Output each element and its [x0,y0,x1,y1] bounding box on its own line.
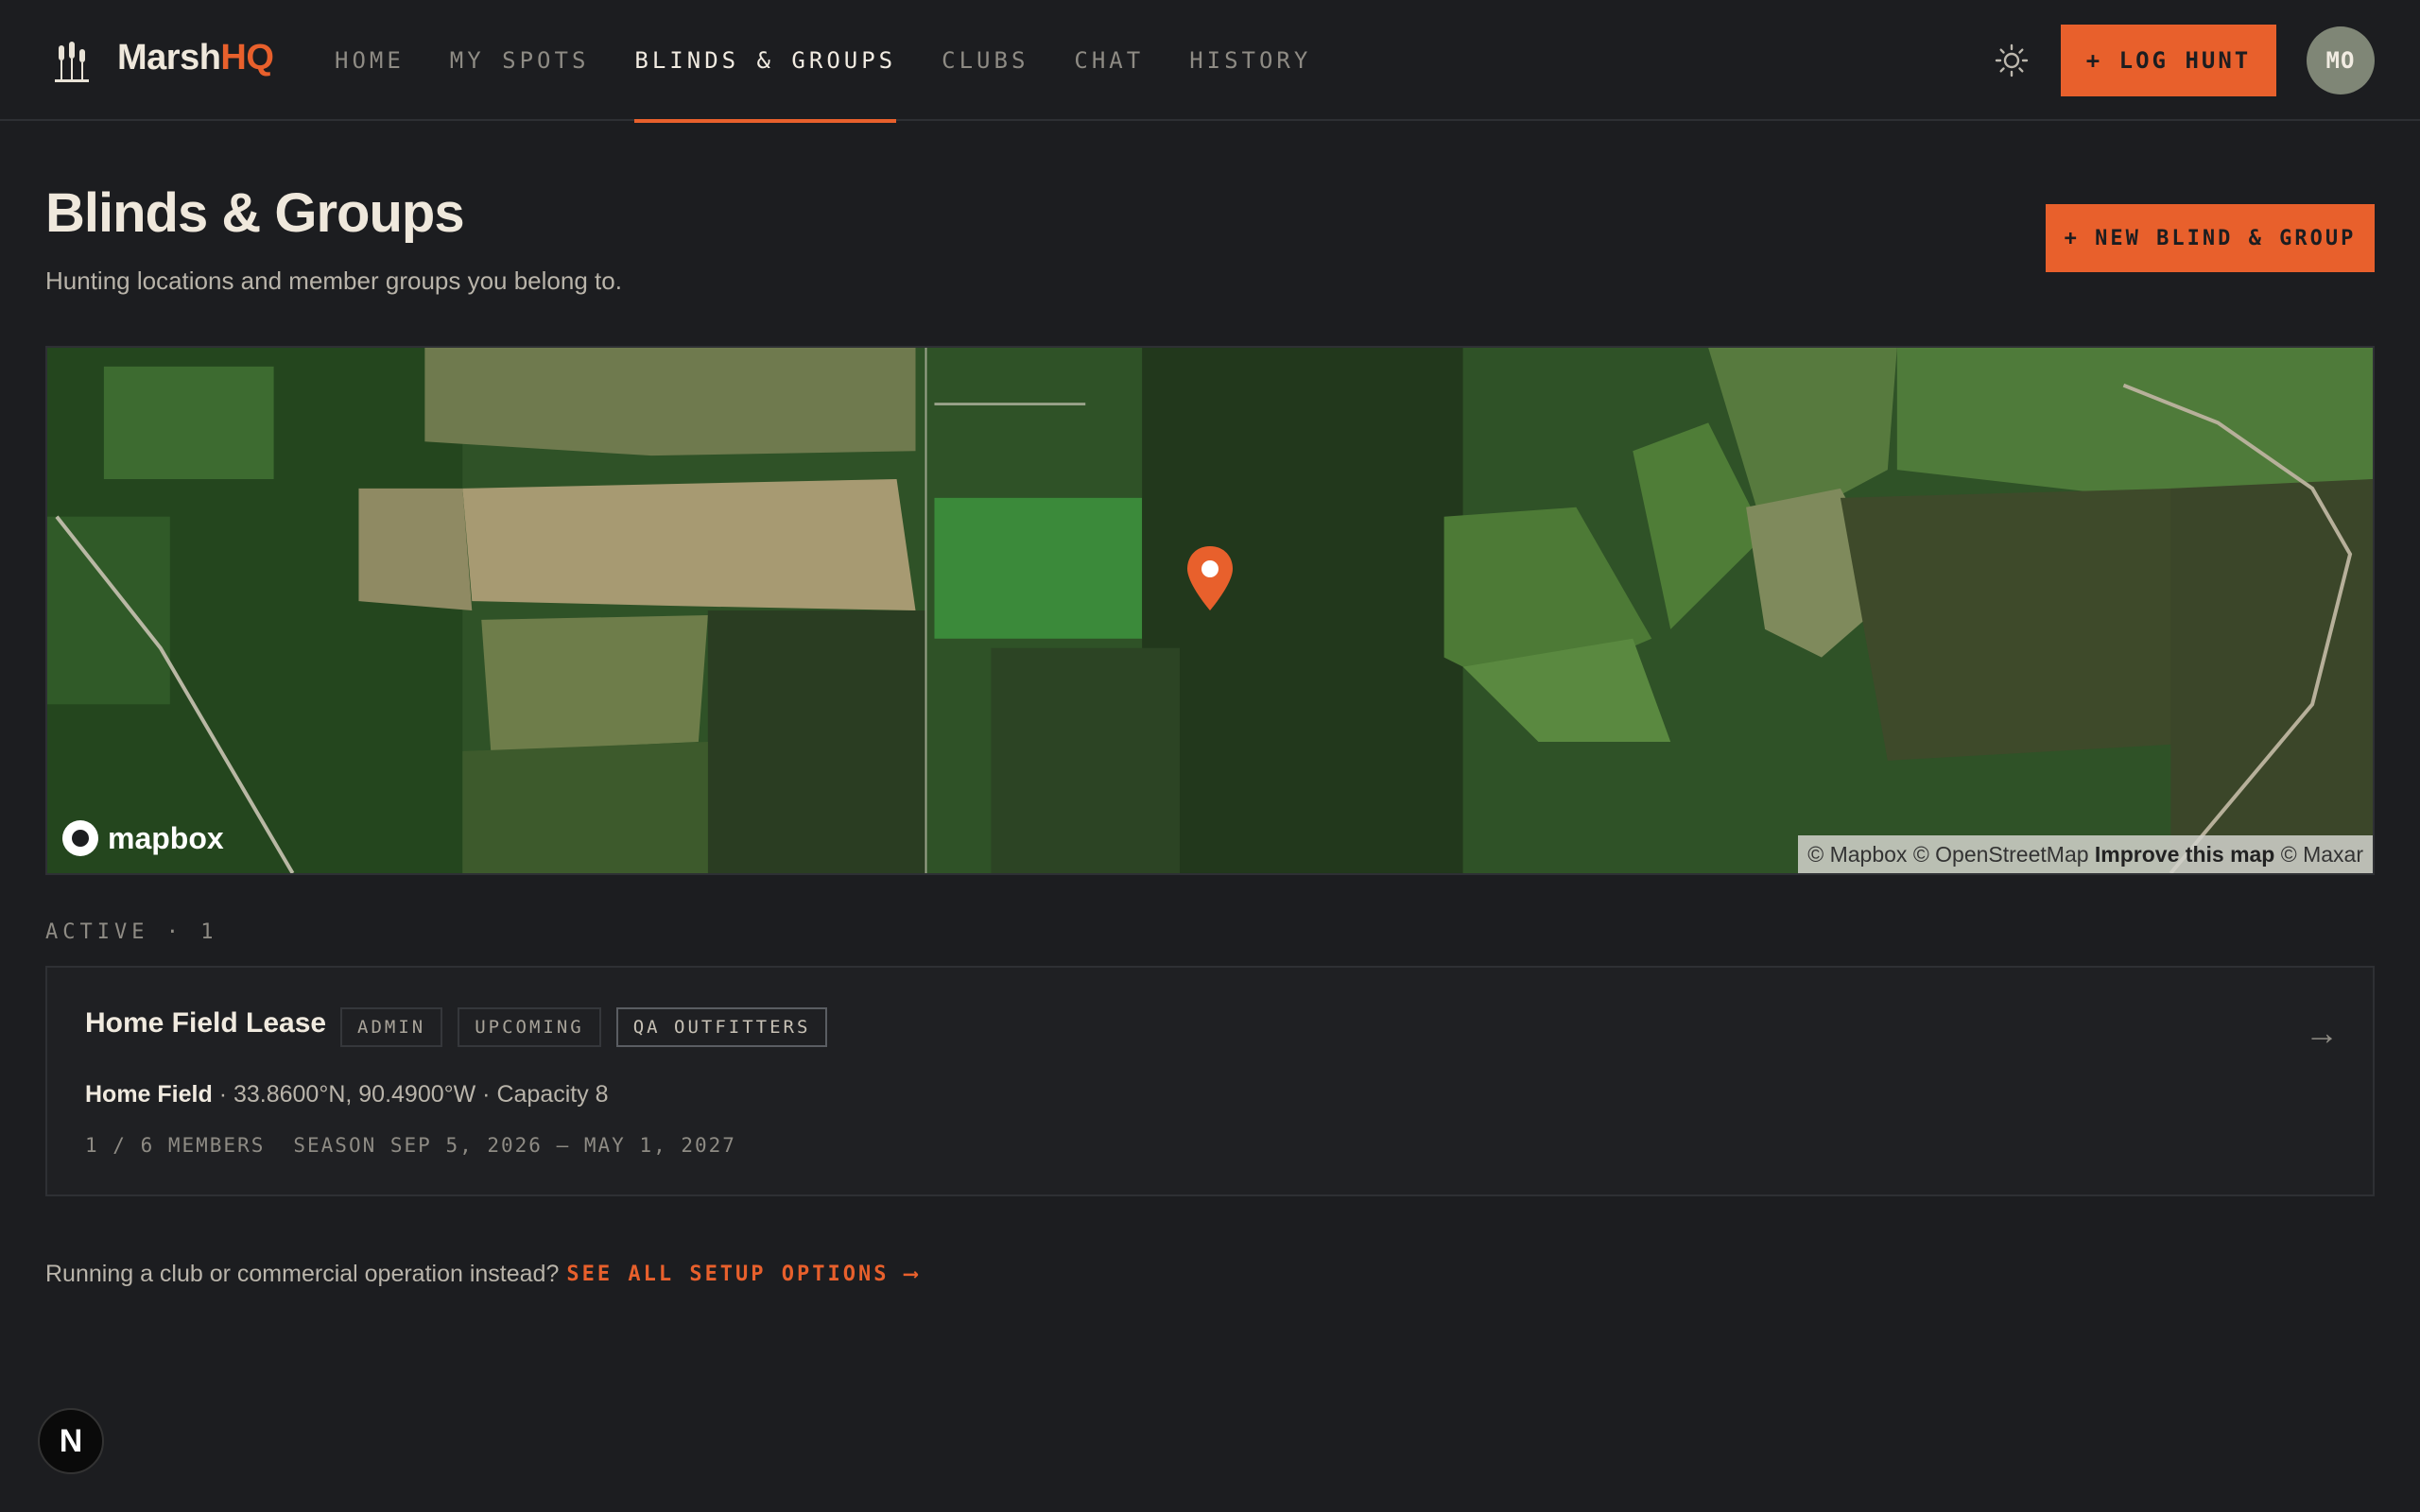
setup-options-text: Running a club or commercial operation i… [45,1261,560,1287]
blind-badges: ADMIN UPCOMING QA OUTFITTERS [340,1007,842,1047]
nextjs-dev-tools-icon[interactable]: N [38,1408,104,1474]
attribution-maxar[interactable]: © Maxar [2274,842,2363,868]
attribution-credits[interactable]: © Mapbox © OpenStreetMap [1807,842,2095,868]
satellite-map[interactable]: mapbox © Mapbox © OpenStreetMap Improve … [45,346,2375,875]
active-section-label: ACTIVE · 1 [45,920,218,944]
cattail-logo-icon [55,42,89,82]
top-navigation: MarshHQ HOME MY SPOTS BLINDS & GROUPS CL… [0,0,2420,123]
new-blind-group-button[interactable]: + NEW BLIND & GROUP [2046,204,2375,272]
blind-location: Home Field · 33.8600°N, 90.4900°W · Capa… [85,1081,609,1108]
role-badge: ADMIN [340,1007,443,1047]
setup-options-prompt: Running a club or commercial operation i… [45,1261,920,1288]
app-logo-text[interactable]: MarshHQ [117,38,274,78]
blind-title: Home Field Lease [85,1007,327,1039]
tab-chat[interactable]: CHAT [1074,0,1144,121]
page-title: Blinds & Groups [45,182,465,244]
location-name: Home Field [85,1081,213,1108]
log-hunt-button[interactable]: + LOG HUNT [2061,25,2276,96]
blind-card[interactable]: Home Field Lease ADMIN UPCOMING QA OUTFI… [45,966,2375,1196]
tab-my-spots[interactable]: MY SPOTS [450,0,590,121]
page-subtitle: Hunting locations and member groups you … [45,266,622,295]
status-badge: UPCOMING [458,1007,601,1047]
user-avatar[interactable]: MO [2307,26,2375,94]
location-detail: · 33.8600°N, 90.4900°W · Capacity 8 [212,1081,609,1108]
member-count: 1 / 6 MEMBERS [85,1134,266,1157]
sun-icon[interactable] [1993,42,2031,79]
mapbox-logo[interactable]: mapbox [62,820,224,856]
season-dates: SEASON SEP 5, 2026 – MAY 1, 2027 [293,1134,736,1157]
location-pin-icon[interactable] [1184,544,1236,612]
improve-map-link[interactable]: Improve this map [2095,842,2274,868]
club-badge: QA OUTFITTERS [615,1007,828,1047]
tab-blinds-groups[interactable]: BLINDS & GROUPS [634,0,896,123]
tab-clubs[interactable]: CLUBS [942,0,1028,121]
tab-history[interactable]: HISTORY [1189,0,1311,121]
tab-home[interactable]: HOME [335,0,405,121]
nav-tabs: HOME MY SPOTS BLINDS & GROUPS CLUBS CHAT… [335,0,1357,123]
logo-accent: HQ [220,38,274,77]
arrow-right-icon[interactable]: → [2305,1013,2339,1053]
map-attribution: © Mapbox © OpenStreetMap Improve this ma… [1798,835,2373,873]
see-all-setup-options-link[interactable]: SEE ALL SETUP OPTIONS ⟶ [566,1263,920,1286]
mapbox-logo-icon [62,820,98,856]
mapbox-logo-text: mapbox [108,820,224,855]
logo-main: Marsh [117,38,221,77]
blind-meta: 1 / 6 MEMBERS SEASON SEP 5, 2026 – MAY 1… [85,1134,765,1157]
